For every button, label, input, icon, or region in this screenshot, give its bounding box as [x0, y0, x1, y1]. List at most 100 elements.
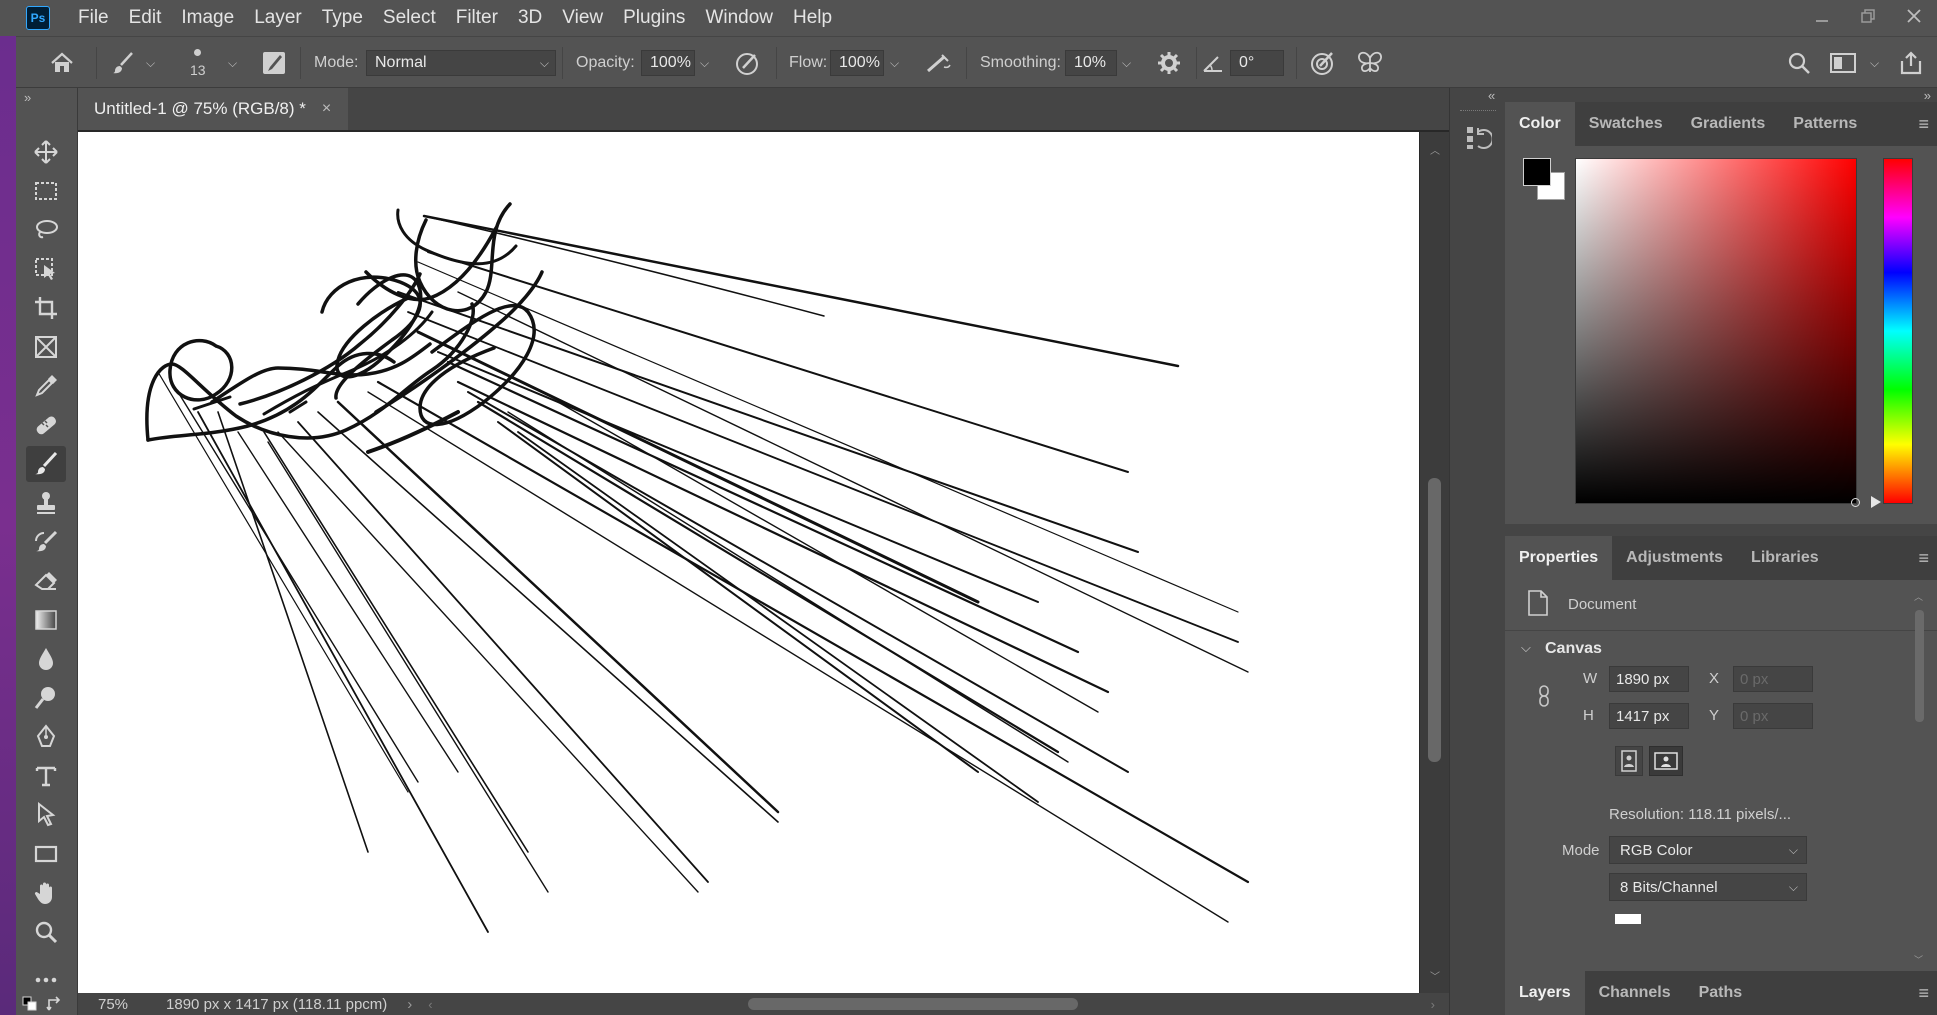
scroll-right-icon[interactable]: ›: [1431, 997, 1435, 1012]
collapse-toolbar-icon[interactable]: »: [24, 90, 31, 105]
healing-brush-tool[interactable]: [26, 407, 66, 443]
tab-layers[interactable]: Layers: [1505, 971, 1585, 1015]
flow-input[interactable]: 100%: [830, 37, 884, 89]
menu-window[interactable]: Window: [695, 0, 783, 36]
clone-stamp-tool[interactable]: [26, 485, 66, 521]
tab-patterns[interactable]: Patterns: [1779, 102, 1871, 146]
menu-plugins[interactable]: Plugins: [613, 0, 695, 36]
mode-select[interactable]: Normal ⌵: [366, 37, 556, 89]
link-proportions-icon[interactable]: [1537, 684, 1551, 713]
menu-edit[interactable]: Edit: [119, 0, 172, 36]
brush-preset-icon[interactable]: [108, 37, 138, 89]
hue-slider[interactable]: [1883, 158, 1913, 504]
tab-swatches[interactable]: Swatches: [1575, 102, 1677, 146]
vertical-scroll-thumb[interactable]: [1428, 478, 1441, 762]
workspace-chevron-icon[interactable]: ⌵: [1870, 37, 1879, 89]
smoothing-settings-gear-icon[interactable]: [1154, 37, 1184, 89]
smoothing-chevron-icon[interactable]: ⌵: [1122, 37, 1131, 89]
symmetry-butterfly-icon[interactable]: [1354, 37, 1386, 89]
frame-tool[interactable]: [26, 329, 66, 365]
tab-color[interactable]: Color: [1505, 102, 1575, 146]
blur-tool[interactable]: [26, 641, 66, 677]
canvas[interactable]: [78, 132, 1419, 993]
photoshop-logo[interactable]: Ps: [26, 6, 50, 30]
brush-settings-icon[interactable]: [260, 37, 288, 89]
path-selection-tool[interactable]: [26, 797, 66, 833]
x-input[interactable]: 0 px: [1733, 666, 1813, 692]
height-input[interactable]: 1417 px: [1609, 703, 1689, 729]
landscape-orientation-button[interactable]: [1649, 746, 1683, 776]
object-select-tool[interactable]: [26, 251, 66, 287]
hue-slider-handle[interactable]: [1871, 496, 1881, 508]
color-panel-menu-icon[interactable]: ≡: [1918, 114, 1929, 135]
width-input[interactable]: 1890 px: [1609, 666, 1689, 692]
angle-value[interactable]: 0°: [1230, 50, 1284, 76]
airbrush-icon[interactable]: [922, 37, 954, 89]
tab-channels[interactable]: Channels: [1585, 971, 1685, 1015]
smoothing-input[interactable]: 10%: [1065, 37, 1117, 89]
rectangle-tool[interactable]: [26, 836, 66, 872]
minimize-icon[interactable]: [1799, 0, 1845, 32]
dodge-tool[interactable]: [26, 680, 66, 716]
brush-size-picker[interactable]: 13: [190, 37, 206, 89]
brush-preset-chevron-icon[interactable]: ⌵: [146, 37, 155, 89]
bit-depth-select[interactable]: 8 Bits/Channel ⌵: [1609, 873, 1807, 901]
zoom-level[interactable]: 75%: [98, 996, 128, 1013]
opacity-input[interactable]: 100%: [641, 37, 695, 89]
menu-file[interactable]: File: [68, 0, 119, 36]
pen-tool[interactable]: [26, 719, 66, 755]
scroll-left-icon[interactable]: ‹: [428, 997, 432, 1012]
flow-value[interactable]: 100%: [830, 50, 884, 76]
default-colors-icon[interactable]: [22, 996, 40, 1015]
document-tab[interactable]: Untitled-1 @ 75% (RGB/8) * ×: [78, 88, 348, 130]
expand-panels-icon[interactable]: «: [1488, 88, 1495, 103]
layers-panel-menu-icon[interactable]: ≡: [1918, 983, 1929, 1004]
pressure-size-icon[interactable]: [1306, 37, 1338, 89]
opacity-value[interactable]: 100%: [641, 50, 695, 76]
restore-icon[interactable]: [1845, 0, 1891, 32]
eyedropper-tool[interactable]: [26, 368, 66, 404]
scroll-down-icon[interactable]: ﹀: [1914, 953, 1923, 966]
brush-size-chevron-icon[interactable]: ⌵: [228, 37, 237, 89]
menu-3d[interactable]: 3D: [508, 0, 552, 36]
opacity-chevron-icon[interactable]: ⌵: [700, 37, 709, 89]
home-icon[interactable]: [44, 37, 80, 89]
tab-libraries[interactable]: Libraries: [1737, 536, 1833, 580]
swap-colors-icon[interactable]: [46, 996, 64, 1015]
menu-filter[interactable]: Filter: [446, 0, 508, 36]
color-mode-select[interactable]: RGB Color ⌵: [1609, 836, 1807, 864]
horizontal-scroll-thumb[interactable]: [748, 998, 1078, 1010]
hand-tool[interactable]: [26, 875, 66, 911]
document-info[interactable]: 1890 px x 1417 px (118.11 ppcm): [166, 996, 387, 1013]
smoothing-value[interactable]: 10%: [1065, 50, 1117, 76]
marquee-tool[interactable]: [26, 173, 66, 209]
zoom-tool[interactable]: [26, 914, 66, 950]
y-input[interactable]: 0 px: [1733, 703, 1813, 729]
tab-properties[interactable]: Properties: [1505, 536, 1613, 580]
more-tools-icon[interactable]: [26, 962, 66, 998]
workspace-icon[interactable]: [1828, 37, 1858, 89]
flow-chevron-icon[interactable]: ⌵: [890, 37, 899, 89]
history-brush-tool[interactable]: [26, 524, 66, 560]
gradient-tool[interactable]: [26, 602, 66, 638]
portrait-orientation-button[interactable]: [1615, 746, 1643, 776]
status-arrow-icon[interactable]: ›: [407, 996, 412, 1013]
pressure-opacity-icon[interactable]: [732, 37, 762, 89]
close-tab-icon[interactable]: ×: [322, 100, 331, 118]
foreground-color-swatch[interactable]: [1523, 158, 1551, 186]
tab-gradients[interactable]: Gradients: [1677, 102, 1780, 146]
canvas-collapse-chevron-icon[interactable]: ⌵: [1521, 640, 1531, 656]
properties-scroll-thumb[interactable]: [1915, 610, 1924, 722]
close-icon[interactable]: [1891, 0, 1937, 32]
scroll-down-icon[interactable]: ﹀: [1430, 968, 1440, 983]
vertical-scrollbar[interactable]: ︿ ﹀: [1420, 132, 1449, 993]
color-picker-field[interactable]: [1575, 158, 1860, 507]
menu-help[interactable]: Help: [783, 0, 842, 36]
scroll-up-icon[interactable]: ︿: [1914, 590, 1923, 603]
color-picker-cursor[interactable]: [1851, 498, 1860, 507]
menu-select[interactable]: Select: [373, 0, 446, 36]
eraser-tool[interactable]: [26, 563, 66, 599]
brush-tool[interactable]: [26, 446, 66, 482]
move-tool[interactable]: [26, 134, 66, 170]
properties-scrollbar[interactable]: ︿ ﹀: [1911, 588, 1929, 972]
